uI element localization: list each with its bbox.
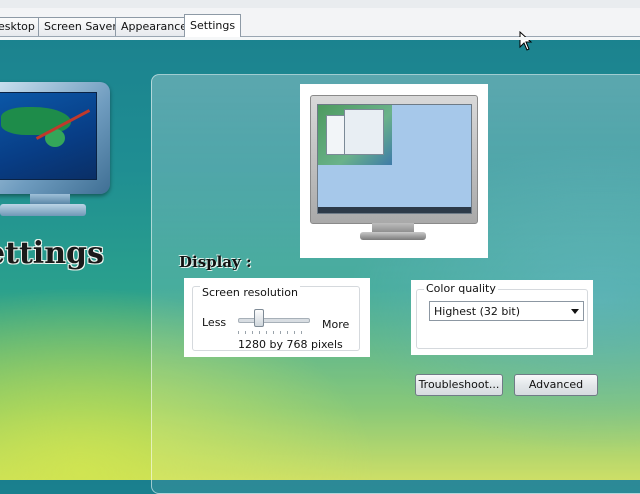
advanced-button[interactable]: Advanced [514,374,598,396]
tab-bar: esktop Screen Saver Appearance Settings [0,8,640,37]
monitor-stand [30,194,70,204]
color-quality-group: Color quality Highest (32 bit) [411,280,593,355]
display-label: Display : [179,253,252,271]
slider-more-label: More [322,318,350,331]
monitor-paint-icon [0,82,110,194]
display-preview[interactable] [300,84,488,258]
chevron-down-icon [571,309,579,314]
page-title: ettings [0,236,104,271]
preview-monitor-base [360,232,426,240]
tab-settings[interactable]: Settings [184,14,242,37]
slider-less-label: Less [202,316,227,329]
screen-resolution-group: Screen resolution Less More 1280 by 768 … [184,278,370,357]
color-quality-select[interactable]: Highest (32 bit) [429,301,584,321]
screen-resolution-label: Screen resolution [200,286,300,299]
content-top-edge [0,37,640,40]
tab-desktop[interactable]: esktop [0,17,41,36]
resolution-slider-ticks [238,331,308,334]
tab-screen-saver[interactable]: Screen Saver [38,17,123,36]
color-quality-label: Color quality [424,282,498,295]
monitor-preview-icon [310,95,478,224]
resolution-slider-thumb[interactable] [254,309,264,327]
resolution-slider-track[interactable] [238,318,310,323]
monitor-base [0,204,86,216]
tab-appearance[interactable]: Appearance [115,17,194,36]
color-quality-value: Highest (32 bit) [434,305,521,318]
troubleshoot-button[interactable]: Troubleshoot... [415,374,503,396]
resolution-value: 1280 by 768 pixels [238,338,343,351]
